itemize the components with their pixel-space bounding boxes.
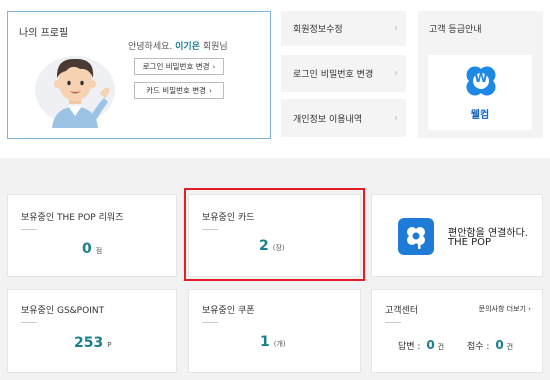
- chevron-right-icon: ›: [209, 86, 212, 95]
- profile-title: 나의 프로필: [19, 28, 69, 39]
- user-name: 이기은: [175, 42, 200, 52]
- profile-card: 나의 프로필 안녕하세요. 이기은 회원님 로그인 비밀번호 변경 › 카드 비…: [7, 11, 271, 139]
- highlight-box: [184, 188, 365, 281]
- chevron-right-icon: ›: [212, 62, 216, 71]
- grade-title: 고객 등급안내: [429, 25, 482, 35]
- chevron-right-icon: ›: [394, 23, 398, 34]
- menu-item-label: 개인정보 이용내역: [293, 114, 363, 125]
- chevron-right-icon: ›: [394, 68, 398, 79]
- gs-point-unit: P: [107, 341, 112, 349]
- coupon-title: 보유중인 쿠폰: [202, 306, 255, 316]
- badge-letter: W: [474, 71, 488, 85]
- divider: [202, 322, 218, 323]
- menu-item-change-login-password[interactable]: 로그인 비밀번호 변경 ›: [281, 55, 406, 92]
- menu-item-label: 로그인 비밀번호 변경: [293, 70, 374, 80]
- gs-point-card[interactable]: 보유중인 GS&POINT 253 P: [7, 289, 177, 373]
- menu-item-privacy-usage[interactable]: 개인정보 이용내역 ›: [281, 99, 406, 137]
- promo-brand: THE POP: [448, 237, 492, 248]
- greeting-prefix: 안녕하세요.: [128, 42, 173, 52]
- grade-name: 웰컴: [470, 110, 490, 121]
- coupon-unit: (개): [273, 340, 286, 348]
- reward-value: 0: [82, 241, 92, 257]
- greeting-suffix: 회원님: [202, 42, 228, 52]
- received-count: 접수 : 0 건: [467, 338, 513, 352]
- reward-card[interactable]: 보유중인 THE POP 리워즈 0점: [7, 194, 177, 277]
- customer-center-title: 고객센터: [385, 306, 419, 316]
- customer-center-card: 고객센터 문의사항 더보기 › 답변 : 0 건 접수 : 0 건: [371, 289, 543, 373]
- change-card-password-button[interactable]: 카드 비밀번호 변경 ›: [134, 82, 224, 99]
- gs-point-value: 253: [74, 335, 104, 351]
- more-inquiries-link[interactable]: 문의사항 더보기 ›: [479, 304, 531, 314]
- reward-value-wrap: 0점: [82, 241, 102, 257]
- the-pop-promo[interactable]: 편안함을 연결하다. THE POP: [371, 194, 543, 277]
- answer-count: 답변 : 0 건: [398, 338, 444, 352]
- divider: [21, 322, 37, 323]
- greeting-text: 안녕하세요. 이기은 회원님: [128, 39, 228, 52]
- divider: [385, 322, 401, 323]
- divider: [21, 229, 37, 230]
- grade-card[interactable]: 고객 등급안내 W 웰컴: [418, 11, 543, 138]
- answer-value: 0: [426, 338, 435, 352]
- answer-label: 답변 :: [398, 342, 421, 352]
- coupon-value: 1: [260, 334, 270, 350]
- reward-unit: 점: [95, 247, 103, 255]
- change-login-password-label: 로그인 비밀번호 변경: [142, 62, 210, 71]
- change-card-password-label: 카드 비밀번호 변경: [146, 86, 207, 95]
- received-value: 0: [495, 338, 504, 352]
- menu-item-edit-member-info[interactable]: 회원정보수정 ›: [281, 11, 406, 46]
- change-login-password-button[interactable]: 로그인 비밀번호 변경 ›: [134, 58, 224, 75]
- avatar: [32, 42, 118, 128]
- gs-point-title: 보유중인 GS&POINT: [21, 306, 105, 316]
- grade-badge-box: W 웰컴: [428, 55, 532, 130]
- coupon-value-wrap: 1 (개): [260, 334, 286, 350]
- the-pop-app-icon: [398, 218, 434, 255]
- chevron-right-icon: ›: [394, 112, 398, 124]
- answer-unit: 건: [437, 343, 445, 351]
- received-label: 접수 :: [467, 342, 490, 352]
- received-unit: 건: [506, 343, 514, 351]
- menu-item-label: 회원정보수정: [293, 25, 343, 35]
- reward-title: 보유중인 THE POP 리워즈: [21, 213, 124, 223]
- coupon-card[interactable]: 보유중인 쿠폰 1 (개): [188, 289, 361, 373]
- gs-point-value-wrap: 253 P: [74, 335, 111, 351]
